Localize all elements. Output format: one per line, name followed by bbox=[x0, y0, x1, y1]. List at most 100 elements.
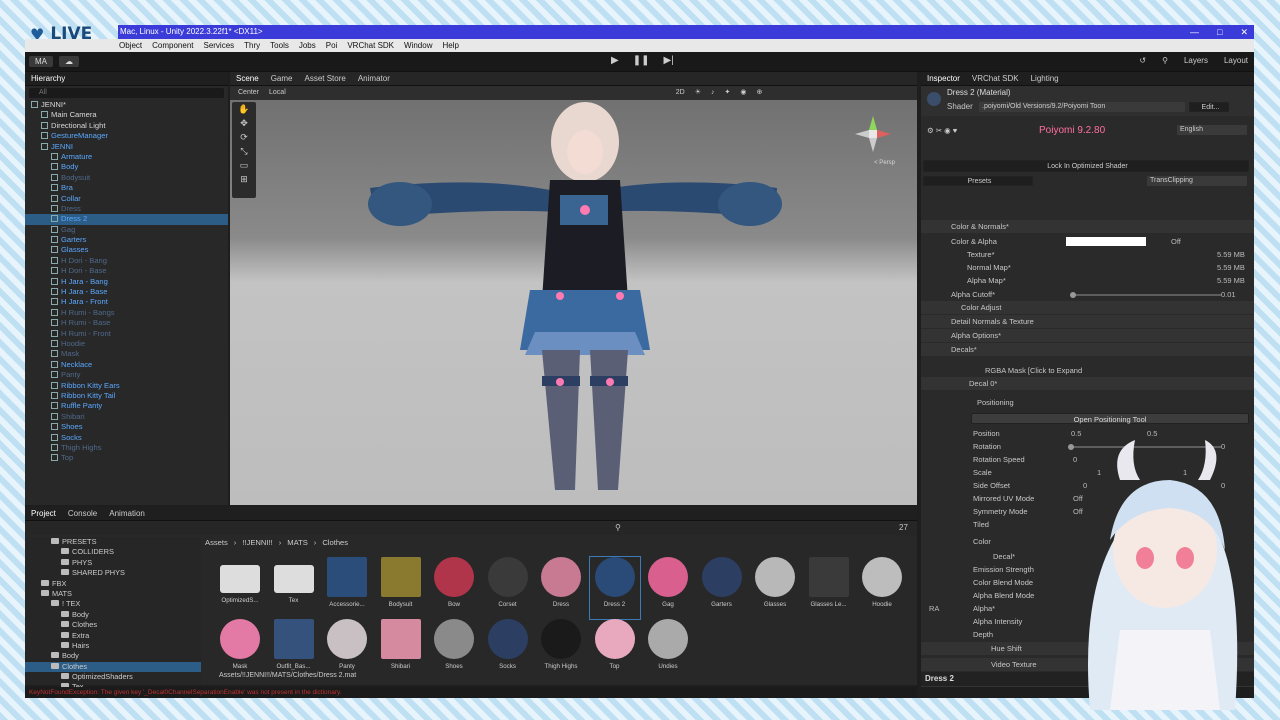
language-dropdown[interactable]: English bbox=[1177, 125, 1247, 135]
hierarchy-item[interactable]: GestureManager bbox=[25, 131, 228, 141]
hierarchy-item[interactable]: H Jara - Bang bbox=[25, 277, 228, 287]
hierarchy-item[interactable]: Glasses bbox=[25, 245, 228, 255]
hierarchy-item[interactable]: H Jara - Front bbox=[25, 297, 228, 307]
orientation-gizmo[interactable] bbox=[853, 114, 893, 154]
color-alpha-off[interactable]: Off bbox=[1171, 235, 1181, 248]
play-icon[interactable]: ▶ bbox=[611, 55, 619, 66]
hierarchy-item[interactable]: Hoodie bbox=[25, 339, 228, 349]
project-folder[interactable]: Clothes bbox=[25, 620, 201, 630]
hierarchy-item[interactable]: H Dori - Base bbox=[25, 266, 228, 276]
perspective-label[interactable]: < Persp bbox=[874, 160, 895, 166]
breadcrumb-item[interactable]: MATS bbox=[287, 537, 308, 549]
asset-undies[interactable]: Undies bbox=[643, 619, 693, 681]
hierarchy-item[interactable]: Ruffle Panty bbox=[25, 401, 228, 411]
shader-dropdown[interactable]: .poiyomi/Old Versions/9.2/Poiyomi Toon bbox=[979, 102, 1185, 112]
hierarchy-item[interactable]: Dress 2 bbox=[25, 214, 228, 225]
presets-button[interactable]: Presets bbox=[923, 176, 1033, 186]
project-folder[interactable]: Hairs bbox=[25, 641, 201, 651]
menu-item-services[interactable]: Services bbox=[203, 39, 234, 52]
close-icon[interactable]: ✕ bbox=[1240, 25, 1248, 39]
project-folder[interactable]: PHYS bbox=[25, 558, 201, 568]
account-button[interactable]: MA bbox=[29, 56, 53, 67]
tab-scene[interactable]: Scene bbox=[236, 72, 259, 85]
space-dropdown[interactable]: Local bbox=[269, 86, 286, 100]
project-folder[interactable]: OptimizedShaders bbox=[25, 672, 201, 682]
asset-bow[interactable]: Bow bbox=[429, 557, 479, 619]
asset-dress-2[interactable]: Dress 2 bbox=[588, 556, 641, 620]
edit-shader-button[interactable]: Edit... bbox=[1189, 102, 1229, 112]
breadcrumb-item[interactable]: Assets bbox=[205, 537, 228, 549]
hierarchy-item[interactable]: Ribbon Kitty Tail bbox=[25, 391, 228, 401]
tab-console[interactable]: Console bbox=[68, 507, 97, 520]
light-icon[interactable]: ☀ bbox=[695, 86, 701, 100]
menu-item-help[interactable]: Help bbox=[442, 39, 458, 52]
hierarchy-item[interactable]: Body bbox=[25, 162, 228, 172]
project-folder[interactable]: Clothes bbox=[25, 661, 201, 673]
texture-size[interactable]: 5.59 MB bbox=[1217, 248, 1245, 261]
step-icon[interactable]: ▶| bbox=[663, 55, 673, 66]
render-preset-dropdown[interactable]: TransClipping bbox=[1147, 176, 1247, 186]
asset-accessorie-[interactable]: Accessorie... bbox=[322, 557, 372, 619]
effects-icon[interactable]: ✦ bbox=[724, 86, 730, 100]
slider-track[interactable] bbox=[1071, 294, 1221, 296]
layout-dropdown[interactable]: Layout bbox=[1224, 56, 1248, 65]
hierarchy-item[interactable]: JENNI* bbox=[25, 100, 228, 110]
tab-animator[interactable]: Animator bbox=[358, 72, 390, 85]
project-folder[interactable]: FBX bbox=[25, 579, 201, 589]
asset-tex[interactable]: Tex bbox=[269, 557, 319, 619]
project-folder[interactable]: Extra bbox=[25, 631, 201, 641]
hierarchy-item[interactable]: H Jara - Base bbox=[25, 287, 228, 297]
menu-item-window[interactable]: Window bbox=[404, 39, 432, 52]
hierarchy-item[interactable]: Shoes bbox=[25, 422, 228, 432]
alpha-cutoff-value[interactable]: 0.01 bbox=[1221, 288, 1236, 301]
project-folder[interactable]: Body bbox=[25, 651, 201, 661]
gizmos-icon[interactable]: ⊕ bbox=[756, 86, 762, 100]
menu-item-poi[interactable]: Poi bbox=[326, 39, 338, 52]
hierarchy-search[interactable]: All bbox=[29, 88, 224, 98]
project-folder[interactable]: MATS bbox=[25, 589, 201, 599]
slider-knob[interactable] bbox=[1069, 292, 1076, 298]
scene-viewport[interactable]: ✋ ✥ ⟳ ⤡ ▭ ⊞ < Persp bbox=[230, 100, 917, 505]
tab-vrchat-sdk[interactable]: VRChat SDK bbox=[972, 72, 1019, 85]
tab-inspector[interactable]: Inspector bbox=[927, 72, 960, 85]
asset-thigh-highs[interactable]: Thigh Highs bbox=[536, 619, 586, 681]
menu-item-thry[interactable]: Thry bbox=[244, 39, 260, 52]
tab-project[interactable]: Project bbox=[31, 507, 56, 520]
hierarchy-item[interactable]: Directional Light bbox=[25, 121, 228, 131]
project-folder[interactable]: Body bbox=[25, 610, 201, 620]
hierarchy-item[interactable]: Thigh Highs bbox=[25, 443, 228, 453]
cloud-icon[interactable]: ☁ bbox=[59, 56, 79, 67]
asset-bodysuit[interactable]: Bodysuit bbox=[376, 557, 426, 619]
hierarchy-item[interactable]: Socks bbox=[25, 433, 228, 443]
tab-game[interactable]: Game bbox=[271, 72, 293, 85]
avatar-model[interactable] bbox=[230, 100, 917, 505]
asset-socks[interactable]: Socks bbox=[483, 619, 533, 681]
layers-dropdown[interactable]: Layers bbox=[1184, 56, 1208, 65]
project-folder[interactable]: COLLIDERS bbox=[25, 547, 201, 557]
menu-item-tools[interactable]: Tools bbox=[270, 39, 289, 52]
pivot-dropdown[interactable]: Center bbox=[238, 86, 259, 100]
search-icon[interactable]: ⚲ bbox=[1162, 56, 1168, 65]
mode-2d-toggle[interactable]: 2D bbox=[676, 86, 685, 100]
lock-shader-button[interactable]: Lock In Optimized Shader bbox=[923, 160, 1249, 172]
tab-hierarchy[interactable]: Hierarchy bbox=[31, 72, 65, 85]
asset-shoes[interactable]: Shoes bbox=[429, 619, 479, 681]
asset-dress[interactable]: Dress bbox=[536, 557, 586, 619]
asset-top[interactable]: Top bbox=[590, 619, 640, 681]
hierarchy-item[interactable]: H Rumi - Bangs bbox=[25, 308, 228, 318]
hierarchy-item[interactable]: Dress bbox=[25, 204, 228, 214]
asset-shibari[interactable]: Shibari bbox=[376, 619, 426, 681]
hierarchy-item[interactable]: Ribbon Kitty Ears bbox=[25, 381, 228, 391]
visibility-icon[interactable]: ◉ bbox=[740, 86, 746, 100]
tab-animation[interactable]: Animation bbox=[109, 507, 145, 520]
asset-gag[interactable]: Gag bbox=[643, 557, 693, 619]
hierarchy-item[interactable]: Bodysuit bbox=[25, 173, 228, 183]
hierarchy-item[interactable]: Garters bbox=[25, 235, 228, 245]
audio-icon[interactable]: ♪ bbox=[711, 86, 715, 100]
tab-asset-store[interactable]: Asset Store bbox=[304, 72, 345, 85]
menu-item-component[interactable]: Component bbox=[152, 39, 193, 52]
tab-lighting[interactable]: Lighting bbox=[1031, 72, 1059, 85]
breadcrumb-item[interactable]: !!JENNI!! bbox=[242, 537, 272, 549]
asset-glasses-le-[interactable]: Glasses Le... bbox=[804, 557, 854, 619]
hierarchy-item[interactable]: Top bbox=[25, 453, 228, 463]
